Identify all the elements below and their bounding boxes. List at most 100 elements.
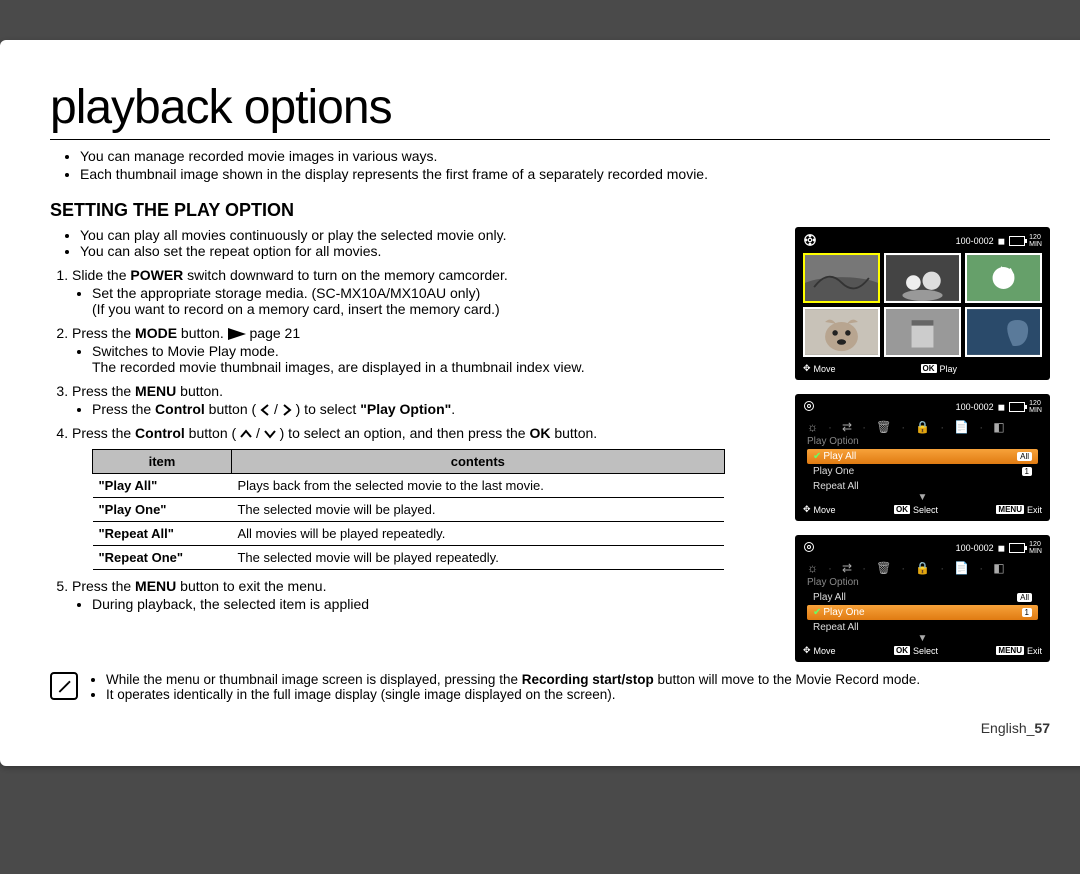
bullet: You can play all movies continuously or … [80, 227, 775, 243]
note-box: While the menu or thumbnail image screen… [50, 672, 1050, 702]
page-ref-arrow-icon [228, 328, 246, 340]
steps-list: Slide the POWER switch downward to turn … [50, 267, 775, 612]
lcd-menu-play-one: 100-0002 ◼ 120MIN ☼· ⇄· 🗑· 🔒· 📄· ◧ Play … [795, 535, 1050, 662]
menu-item-play-one: ✔Play One 1 [807, 605, 1038, 620]
playback-mode-icon [803, 233, 817, 249]
ok-key-icon: OK [894, 646, 910, 655]
battery-icon [1009, 543, 1025, 553]
brightness-icon: ☼ [807, 561, 818, 575]
thumbnail [965, 307, 1042, 357]
dpad-icon: ✥ [803, 645, 811, 656]
ok-key-icon: OK [894, 505, 910, 514]
note-icon [50, 672, 78, 700]
step-1: Slide the POWER switch downward to turn … [72, 267, 775, 317]
file-number: 100-0002 [956, 402, 994, 412]
playback-mode-icon [803, 400, 815, 414]
intro-item: Each thumbnail image shown in the displa… [80, 166, 1050, 182]
step-5: Press the MENU button to exit the menu. … [72, 578, 775, 612]
section-title: SETTING THE PLAY OPTION [50, 200, 1050, 221]
move-hint: ✥Move [803, 645, 836, 656]
menu-item-play-all: ✔Play All All [807, 449, 1038, 464]
table-row: "Play All"Plays back from the selected m… [93, 474, 725, 498]
lcd-thumbnail-index: 100-0002 ◼ 120MIN ✥Move OKPlay [795, 227, 1050, 380]
lcd-menu-play-all: 100-0002 ◼ 120MIN ☼· ⇄· 🗑· 🔒· 📄· ◧ Play … [795, 394, 1050, 521]
thumbnail [884, 307, 961, 357]
step-1-sub: Set the appropriate storage media. (SC-M… [92, 285, 775, 317]
intro-list: You can manage recorded movie images in … [50, 148, 1050, 182]
check-icon: ✔ [813, 451, 821, 462]
step-3-sub: Press the Control button ( / ) to select… [92, 401, 775, 417]
menu-toolbar: ☼· ⇄· 🗑· 🔒· 📄· ◧ [803, 559, 1042, 577]
menu-title: Play Option [803, 577, 1042, 590]
battery-icon [1009, 236, 1025, 246]
lcd-screens: 100-0002 ◼ 120MIN ✥Move OKPlay [795, 227, 1050, 662]
table-row: "Repeat One"The selected movie will be p… [93, 546, 725, 570]
scroll-down-icon: ▼ [803, 494, 1042, 502]
step-3: Press the MENU button. Press the Control… [72, 383, 775, 417]
menu-key-icon: MENU [996, 505, 1024, 514]
trash-icon: 🗑 [876, 420, 891, 434]
select-hint: OKSelect [894, 504, 938, 515]
card-icon: ◼ [998, 236, 1005, 247]
battery-time: 120MIN [1029, 234, 1042, 248]
copy-icon: 📄 [954, 561, 969, 575]
page-footer: English_57 [50, 720, 1050, 736]
step-5-sub: During playback, the selected item is ap… [92, 596, 775, 612]
instructions-column: You can play all movies continuously or … [50, 227, 775, 662]
thumbnail [803, 307, 880, 357]
card-icon: ◼ [998, 402, 1005, 413]
badge-all: All [1017, 593, 1032, 602]
play-hint: OKPlay [921, 363, 958, 374]
page-title: playback options [50, 80, 1050, 140]
badge-all: All [1017, 452, 1032, 461]
card-icon: ◼ [998, 543, 1005, 554]
chevron-down-icon [264, 429, 276, 439]
aspect-icon: ◧ [993, 420, 1004, 434]
file-number: 100-0002 [956, 543, 994, 553]
chevron-left-icon [260, 404, 270, 416]
ok-key-icon: OK [921, 364, 937, 373]
move-hint: ✥Move [803, 504, 836, 515]
select-hint: OKSelect [894, 645, 938, 656]
table-header-contents: contents [231, 450, 724, 474]
manual-page: playback options You can manage recorded… [0, 40, 1080, 766]
exit-hint: MENUExit [996, 504, 1042, 515]
play-order-icon: ⇄ [842, 561, 852, 575]
step-4: Press the Control button ( / ) to select… [72, 425, 775, 570]
menu-item-play-all: Play All All [807, 590, 1038, 605]
playback-mode-icon [803, 541, 815, 555]
check-icon: ✔ [813, 607, 821, 618]
copy-icon: 📄 [954, 420, 969, 434]
intro-item: You can manage recorded movie images in … [80, 148, 1050, 164]
scroll-down-icon: ▼ [803, 635, 1042, 643]
trash-icon: 🗑 [876, 561, 891, 575]
battery-icon [1009, 402, 1025, 412]
lock-icon: 🔒 [915, 420, 930, 434]
play-option-table: item contents "Play All"Plays back from … [92, 449, 725, 570]
step-2: Press the MODE button. page 21 Switches … [72, 325, 775, 375]
dpad-icon: ✥ [803, 504, 811, 515]
move-hint: ✥Move [803, 363, 836, 374]
chevron-right-icon [282, 404, 292, 416]
aspect-icon: ◧ [993, 561, 1004, 575]
menu-title: Play Option [803, 436, 1042, 449]
brightness-icon: ☼ [807, 420, 818, 434]
lock-icon: 🔒 [915, 561, 930, 575]
menu-toolbar: ☼· ⇄· 🗑· 🔒· 📄· ◧ [803, 418, 1042, 436]
step-2-sub: Switches to Movie Play mode. The recorde… [92, 343, 775, 375]
table-header-item: item [93, 450, 232, 474]
bullet: You can also set the repeat option for a… [80, 243, 775, 259]
thumbnail [884, 253, 961, 303]
table-row: "Play One"The selected movie will be pla… [93, 498, 725, 522]
battery-time: 120MIN [1029, 541, 1042, 555]
menu-item-play-one: Play One 1 [807, 464, 1038, 479]
battery-time: 120MIN [1029, 400, 1042, 414]
table-row: "Repeat All"All movies will be played re… [93, 522, 725, 546]
chevron-up-icon [240, 429, 252, 439]
badge-one: 1 [1022, 608, 1032, 617]
file-number: 100-0002 [956, 236, 994, 246]
play-order-icon: ⇄ [842, 420, 852, 434]
note-item: It operates identically in the full imag… [106, 687, 920, 702]
badge-one: 1 [1022, 467, 1032, 476]
menu-key-icon: MENU [996, 646, 1024, 655]
